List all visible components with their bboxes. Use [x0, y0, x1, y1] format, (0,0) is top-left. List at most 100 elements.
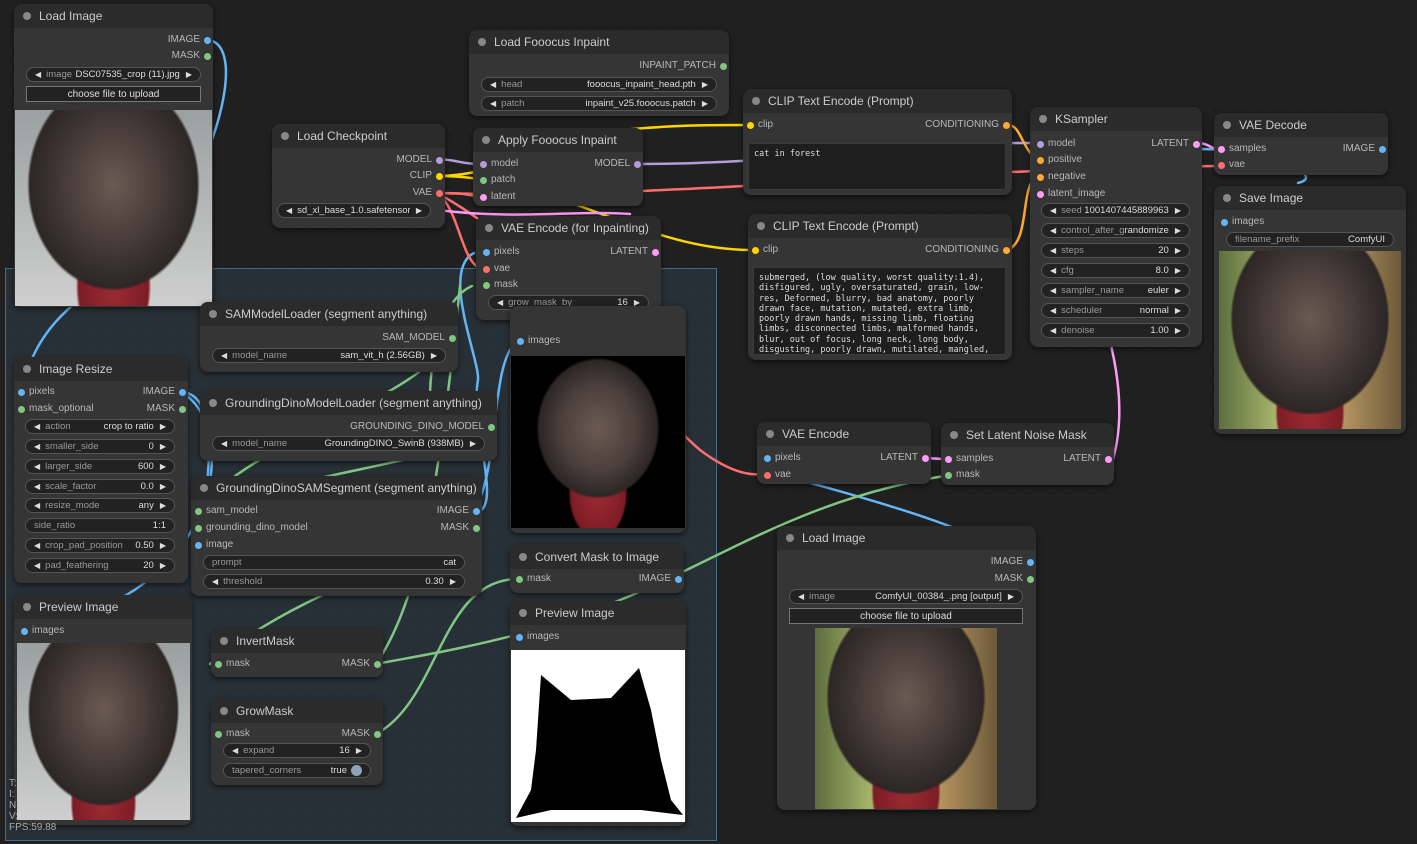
arrow-right-icon[interactable]: ▶ [1175, 246, 1181, 255]
load-fooocus-inpaint-node[interactable]: Load Fooocus Inpaint INPAINT_PATCH ◀ head… [469, 30, 729, 116]
arrow-left-icon[interactable]: ◀ [490, 99, 496, 108]
upload-button[interactable]: choose file to upload [26, 86, 201, 102]
collapse-dot-icon[interactable] [220, 637, 228, 645]
collapse-dot-icon[interactable] [1039, 115, 1047, 123]
save-image-node[interactable]: Save Image images filename_prefix ComfyUI [1214, 186, 1406, 434]
collapse-dot-icon[interactable] [209, 310, 217, 318]
arrow-right-icon[interactable]: ▶ [186, 70, 192, 79]
arrow-left-icon[interactable]: ◀ [34, 561, 40, 570]
arrow-right-icon[interactable]: ▶ [1175, 206, 1181, 215]
node-header[interactable]: GrowMask [211, 699, 383, 723]
image-select-widget[interactable]: ◀ image ComfyUI_00384_.png [output] ▶ [789, 589, 1023, 604]
arrow-right-icon[interactable]: ▶ [1175, 226, 1181, 235]
collapse-dot-icon[interactable] [1223, 194, 1231, 202]
collapse-dot-icon[interactable] [757, 222, 765, 230]
output-model-socket[interactable] [436, 157, 443, 164]
resize-mode-widget[interactable]: ◀ resize_mode any ▶ [25, 498, 175, 513]
arrow-left-icon[interactable]: ◀ [34, 482, 40, 491]
input-patch-socket[interactable] [480, 177, 487, 184]
input-mask-socket[interactable] [516, 576, 523, 583]
arrow-right-icon[interactable]: ▶ [160, 541, 166, 550]
output-latent-socket[interactable] [1105, 456, 1112, 463]
arrow-right-icon[interactable]: ▶ [1175, 326, 1181, 335]
image-resize-node[interactable]: Image Resize pixels IMAGE mask_optional … [14, 357, 188, 583]
node-header[interactable]: Save Image [1214, 186, 1406, 210]
node-header[interactable]: SAMModelLoader (segment anything) [200, 302, 458, 326]
collapse-dot-icon[interactable] [485, 224, 493, 232]
arrow-left-icon[interactable]: ◀ [34, 442, 40, 451]
input-images-socket[interactable] [1221, 219, 1228, 226]
arrow-left-icon[interactable]: ◀ [1050, 306, 1056, 315]
input-images-socket[interactable] [516, 634, 523, 641]
image-select-widget[interactable]: ◀ image DSC07535_crop (11).jpg ▶ [26, 67, 201, 82]
tapered-corners-toggle[interactable]: tapered_corners true [223, 763, 371, 778]
patch-select-widget[interactable]: ◀ patch inpaint_v25.fooocus.patch ▶ [481, 96, 717, 111]
arrow-right-icon[interactable]: ▶ [160, 561, 166, 570]
pad-feathering-widget[interactable]: ◀ pad_feathering 20 ▶ [25, 558, 175, 573]
seed-widget[interactable]: ◀ seed 1001407445889963 ▶ [1041, 203, 1190, 218]
threshold-widget[interactable]: ◀ threshold 0.30 ▶ [203, 574, 465, 589]
head-select-widget[interactable]: ◀ head fooocus_inpaint_head.pth ▶ [481, 77, 717, 92]
node-header[interactable]: Set Latent Noise Mask [941, 423, 1114, 447]
node-header[interactable]: Preview Image [510, 601, 686, 625]
arrow-left-icon[interactable]: ◀ [34, 422, 40, 431]
arrow-left-icon[interactable]: ◀ [34, 501, 40, 510]
node-header[interactable]: VAE Encode [757, 422, 931, 446]
node-header[interactable]: CLIP Text Encode (Prompt) [743, 89, 1012, 113]
output-image-socket[interactable] [204, 37, 211, 44]
prompt-widget[interactable]: prompt cat [203, 555, 465, 570]
arrow-left-icon[interactable]: ◀ [1050, 326, 1056, 335]
expand-widget[interactable]: ◀ expand 16 ▶ [223, 743, 371, 758]
output-mask-socket[interactable] [1027, 576, 1034, 583]
grounding-dino-sam-segment-node[interactable]: GroundingDinoSAMSegment (segment anythin… [191, 476, 482, 596]
node-header[interactable]: VAE Encode (for Inpainting) [476, 216, 661, 240]
input-mask-socket[interactable] [18, 406, 25, 413]
arrow-left-icon[interactable]: ◀ [221, 351, 227, 360]
node-header[interactable]: Preview Image [14, 595, 192, 619]
output-vae-socket[interactable] [436, 190, 443, 197]
sampler-name-widget[interactable]: ◀ sampler_name euler ▶ [1041, 283, 1190, 298]
arrow-right-icon[interactable]: ▶ [1008, 592, 1014, 601]
scale-factor-widget[interactable]: ◀ scale_factor 0.0 ▶ [25, 479, 175, 494]
output-mask-socket[interactable] [179, 406, 186, 413]
prompt-textarea[interactable]: cat in forest [748, 143, 1006, 190]
input-sam-socket[interactable] [195, 508, 202, 515]
toggle-knob-icon[interactable] [351, 765, 362, 776]
arrow-left-icon[interactable]: ◀ [286, 206, 292, 215]
input-vae-socket[interactable] [764, 472, 771, 479]
node-header[interactable]: Convert Mask to Image [510, 545, 684, 569]
arrow-right-icon[interactable]: ▶ [1175, 266, 1181, 275]
larger-side-widget[interactable]: ◀ larger_side 600 ▶ [25, 459, 175, 474]
preview-mask-image-node[interactable]: Preview Image images [510, 601, 686, 826]
sam-model-loader-node[interactable]: SAMModelLoader (segment anything) SAM_MO… [200, 302, 458, 372]
output-image-socket[interactable] [179, 389, 186, 396]
invert-mask-node[interactable]: InvertMask mask MASK [211, 629, 383, 677]
collapse-dot-icon[interactable] [200, 484, 208, 492]
arrow-left-icon[interactable]: ◀ [232, 746, 238, 755]
node-header[interactable]: GroundingDinoSAMSegment (segment anythin… [191, 476, 482, 500]
filename-prefix-widget[interactable]: filename_prefix ComfyUI [1226, 232, 1394, 247]
input-pixels-socket[interactable] [483, 249, 490, 256]
input-negative-socket[interactable] [1037, 174, 1044, 181]
node-header[interactable]: Load Fooocus Inpaint [469, 30, 729, 54]
collapse-dot-icon[interactable] [23, 603, 31, 611]
node-header[interactable]: Load Checkpoint [272, 124, 445, 148]
input-mask-socket[interactable] [483, 282, 490, 289]
collapse-dot-icon[interactable] [220, 707, 228, 715]
input-samples-socket[interactable] [945, 456, 952, 463]
upload-button[interactable]: choose file to upload [789, 608, 1023, 624]
collapse-dot-icon[interactable] [281, 132, 289, 140]
collapse-dot-icon[interactable] [209, 399, 217, 407]
control-after-generate-widget[interactable]: ◀ control_after_generaterandomize ▶ [1041, 223, 1190, 238]
output-latent-socket[interactable] [1193, 141, 1200, 148]
output-image-socket[interactable] [1379, 146, 1386, 153]
input-mask-socket[interactable] [945, 472, 952, 479]
node-header[interactable]: VAE Decode [1214, 113, 1388, 137]
arrow-right-icon[interactable]: ▶ [160, 442, 166, 451]
output-dino-socket[interactable] [488, 424, 495, 431]
input-latent-socket[interactable] [480, 194, 487, 201]
arrow-right-icon[interactable]: ▶ [160, 462, 166, 471]
output-latent-socket[interactable] [652, 249, 659, 256]
vae-decode-node[interactable]: VAE Decode samples IMAGE vae [1214, 113, 1388, 175]
apply-fooocus-inpaint-node[interactable]: Apply Fooocus Inpaint model MODEL patch … [473, 128, 643, 206]
